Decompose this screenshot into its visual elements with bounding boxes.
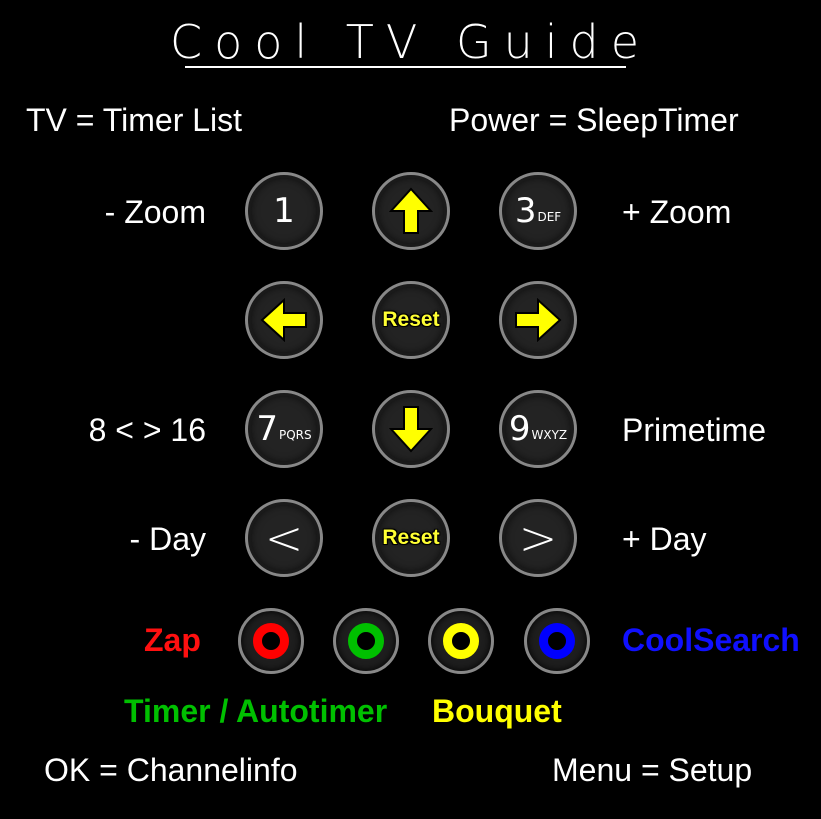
eight-sixteen-label: 8 < > 16 (88, 412, 206, 448)
key-1-digit: 1 (273, 191, 295, 231)
key-3-letters: DEF (537, 210, 562, 224)
arrow-up-icon (389, 187, 433, 234)
tv-timer-list-label: TV = Timer List (26, 102, 243, 138)
right-button[interactable] (499, 281, 577, 359)
blue-ring-icon (539, 623, 575, 659)
day-plus-label: + Day (622, 521, 707, 557)
primetime-label: Primetime (622, 412, 767, 448)
red-ring-icon (253, 623, 289, 659)
up-button[interactable] (372, 172, 450, 250)
zoom-plus-label: + Zoom (622, 194, 732, 230)
key-9-letters: WXYZ (531, 428, 568, 442)
arrow-left-icon (260, 298, 307, 342)
key-3-button[interactable]: 3 DEF (499, 172, 577, 250)
key-7-digit: 7 (256, 409, 278, 449)
key-1-button[interactable]: 1 (245, 172, 323, 250)
green-ring-icon (348, 623, 384, 659)
key-7-button[interactable]: 7 PQRS (245, 390, 323, 468)
blue-button[interactable] (524, 608, 590, 674)
timer-autotimer-label: Timer / Autotimer (124, 693, 388, 729)
reset-button-2[interactable]: Reset (372, 499, 450, 577)
coolsearch-label: CoolSearch (622, 622, 800, 658)
menu-setup-label: Menu = Setup (552, 752, 753, 788)
key-3-digit: 3 (514, 191, 537, 231)
key-9-button[interactable]: 9 WXYZ (499, 390, 577, 468)
reset-label: Reset (382, 308, 440, 331)
yellow-ring-icon (443, 623, 479, 659)
reset-label: Reset (382, 526, 440, 549)
day-minus-label: - Day (129, 521, 206, 557)
arrow-right-icon (515, 298, 562, 342)
down-button[interactable] (372, 390, 450, 468)
page-title: Cool TV Guide (169, 15, 652, 69)
title-underline (185, 66, 626, 68)
key-9-digit: 9 (508, 409, 531, 449)
power-sleeptimer-label: Power = SleepTimer (449, 102, 739, 138)
ok-channelinfo-label: OK = Channelinfo (44, 752, 298, 788)
prev-day-button[interactable]: < (245, 499, 323, 577)
red-button[interactable] (238, 608, 304, 674)
prev-glyph: < (264, 511, 304, 565)
bouquet-label: Bouquet (432, 693, 562, 729)
reset-button-1[interactable]: Reset (372, 281, 450, 359)
key-7-letters: PQRS (279, 428, 312, 442)
left-button[interactable] (245, 281, 323, 359)
yellow-button[interactable] (428, 608, 494, 674)
green-button[interactable] (333, 608, 399, 674)
next-glyph: > (518, 511, 558, 565)
arrow-down-icon (389, 406, 433, 453)
zap-label: Zap (144, 622, 201, 658)
next-day-button[interactable]: > (499, 499, 577, 577)
zoom-minus-label: - Zoom (104, 194, 206, 230)
